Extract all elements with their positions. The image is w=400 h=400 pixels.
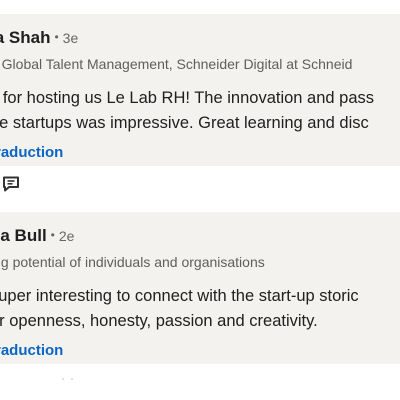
translate-link[interactable]: traduction bbox=[0, 342, 63, 359]
comment-text-line: s for hosting us Le Lab RH! The innovati… bbox=[0, 89, 375, 107]
comment-time: 2e bbox=[58, 228, 75, 244]
translate-link[interactable]: traduction bbox=[0, 144, 63, 161]
comment-text-line: super interesting to connect with the st… bbox=[0, 287, 359, 305]
comment-icon[interactable] bbox=[2, 176, 20, 192]
comment-card: pa Bull•2e ing potential of individuals … bbox=[0, 212, 400, 364]
author-name[interactable]: pa Bull bbox=[0, 226, 47, 245]
separator-dot: • bbox=[50, 228, 55, 242]
author-name[interactable]: la Shah bbox=[0, 28, 50, 47]
author-headline: r, Global Talent Management, Schneider D… bbox=[0, 56, 353, 72]
separator-dot: • bbox=[54, 30, 59, 44]
author-headline: ing potential of individuals and organis… bbox=[0, 254, 265, 270]
comment-card: la Shah •3e r, Global Talent Management, … bbox=[0, 14, 400, 166]
faint-marks bbox=[60, 368, 80, 380]
comment-header: la Shah •3e bbox=[0, 28, 78, 48]
comment-text: s for hosting us Le Lab RH! The innovati… bbox=[0, 86, 374, 136]
comment-time: 3e bbox=[62, 30, 79, 46]
comment-text-line: ur openness, honesty, passion and creati… bbox=[0, 312, 318, 330]
comment-text-line: he startups was impressive. Great learni… bbox=[0, 114, 369, 132]
comment-header: pa Bull•2e bbox=[0, 226, 74, 246]
comment-text: super interesting to connect with the st… bbox=[0, 284, 359, 334]
